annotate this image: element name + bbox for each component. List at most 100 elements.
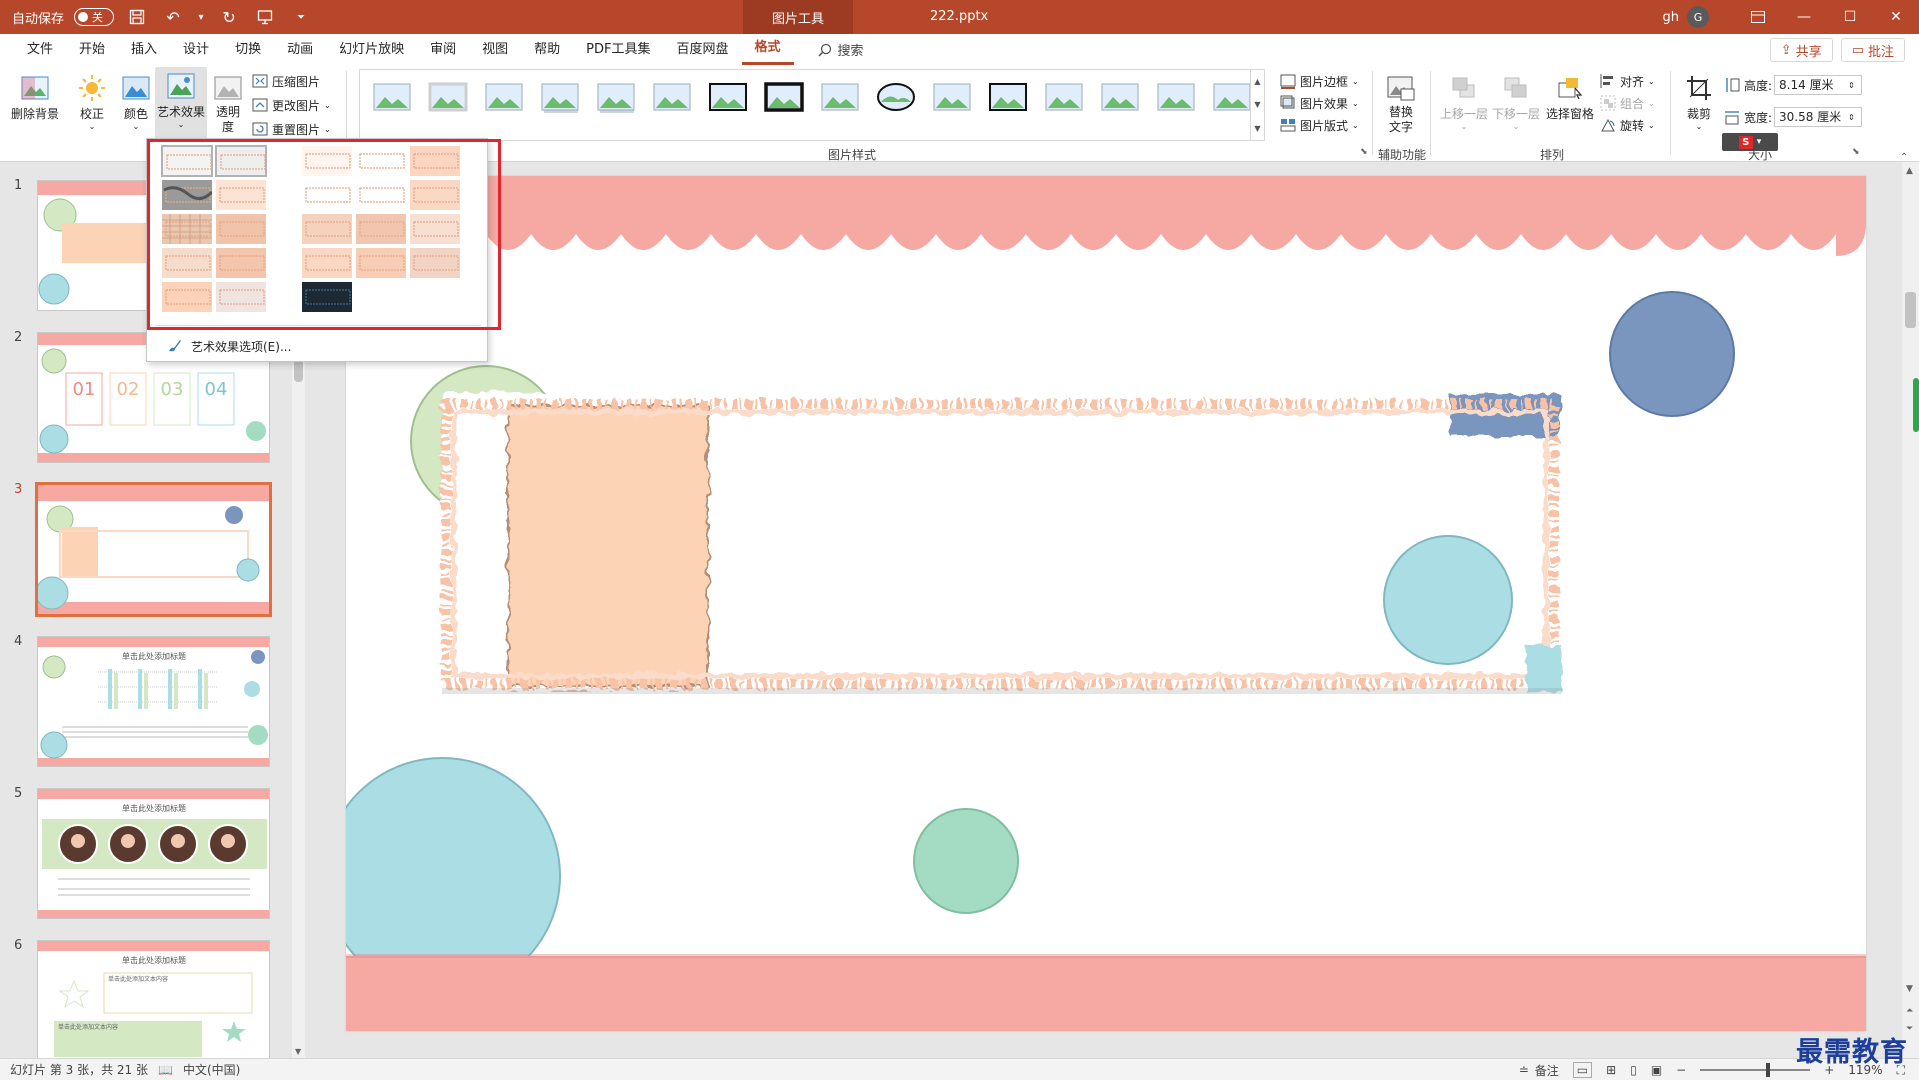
picture-style-option[interactable] <box>1044 82 1084 114</box>
artistic-effects-options-item[interactable]: 艺术效果选项(E)... <box>167 335 291 357</box>
artistic-effect-option[interactable] <box>161 247 213 279</box>
size-dialog-launcher-icon[interactable]: ⬊ <box>1852 147 1860 157</box>
remove-background-button[interactable]: 删除背景 <box>8 69 62 122</box>
picture-style-option[interactable] <box>652 82 692 114</box>
present-icon[interactable] <box>252 4 278 30</box>
artistic-effect-option[interactable] <box>409 213 461 245</box>
notes-button[interactable]: ≐ 备注 <box>1519 1062 1559 1079</box>
picture-layout-button[interactable]: 图片版式 ⌄ <box>1280 115 1359 135</box>
language-indicator[interactable]: 中文(中国) <box>183 1061 240 1078</box>
artistic-effects-button[interactable]: 艺术效果 ⌄ <box>155 67 207 139</box>
share-button[interactable]: ⇪ 共享 <box>1769 38 1833 62</box>
slide-thumbnail-5[interactable]: 单击此处添加标题 <box>37 788 270 919</box>
tab-baidu-netdisk[interactable]: 百度网盘 <box>663 34 741 65</box>
send-backward-button[interactable]: 下移一层 ⌄ <box>1490 69 1542 131</box>
tab-slideshow[interactable]: 幻灯片放映 <box>326 34 417 65</box>
undo-icon[interactable]: ↶ <box>160 4 186 30</box>
tab-review[interactable]: 审阅 <box>417 34 469 65</box>
scroll-up-icon[interactable]: ▲ <box>1906 166 1913 176</box>
artistic-effect-option[interactable] <box>409 145 461 177</box>
ribbon-display-icon[interactable] <box>1735 0 1781 34</box>
picture-style-option[interactable] <box>764 82 804 114</box>
slide-thumbnail-3[interactable] <box>35 482 272 617</box>
slideshow-icon[interactable]: ▣ <box>1651 1063 1662 1077</box>
artistic-effect-option[interactable] <box>215 179 267 211</box>
redo-icon[interactable]: ↻ <box>216 4 242 30</box>
picture-style-option[interactable] <box>596 82 636 114</box>
artistic-effect-option[interactable] <box>161 213 213 245</box>
artistic-effect-option[interactable] <box>161 145 213 177</box>
group-objects-button[interactable]: 组合 ⌄ <box>1600 93 1655 113</box>
close-icon[interactable]: ✕ <box>1873 0 1919 34</box>
picture-style-option[interactable] <box>708 82 748 114</box>
styles-dialog-launcher-icon[interactable]: ⬊ <box>1360 147 1368 157</box>
reading-view-icon[interactable]: ▯ <box>1630 1063 1637 1077</box>
artistic-picture[interactable] <box>441 392 1562 694</box>
current-slide[interactable] <box>346 176 1866 1031</box>
corrections-button[interactable]: 校正 ⌄ <box>74 69 110 131</box>
color-button[interactable]: 颜色 ⌄ <box>118 69 154 131</box>
artistic-effect-option[interactable] <box>215 213 267 245</box>
artistic-effect-option[interactable] <box>355 247 407 279</box>
picture-style-option[interactable] <box>932 82 972 114</box>
artistic-effect-option[interactable] <box>301 179 353 211</box>
width-spinner-icon[interactable]: ⇕ <box>1848 107 1855 127</box>
artistic-effect-option[interactable] <box>161 179 213 211</box>
undo-dropdown-icon[interactable]: ▾ <box>196 4 206 30</box>
minimize-icon[interactable]: — <box>1781 0 1827 34</box>
avatar[interactable]: G <box>1687 6 1709 28</box>
zoom-slider-knob[interactable] <box>1766 1063 1771 1077</box>
artistic-effect-option[interactable] <box>215 281 267 313</box>
bring-forward-button[interactable]: 上移一层 ⌄ <box>1438 69 1490 131</box>
rotate-button[interactable]: 旋转 ⌄ <box>1600 115 1655 135</box>
tab-format[interactable]: 格式 <box>741 34 794 65</box>
artistic-effect-option[interactable] <box>215 247 267 279</box>
gallery-more-icon[interactable]: ▼ <box>1254 124 1260 133</box>
artistic-effect-option[interactable] <box>301 145 353 177</box>
tab-transitions[interactable]: 切换 <box>222 34 274 65</box>
align-button[interactable]: 对齐 ⌄ <box>1600 71 1655 91</box>
search-box[interactable]: 搜索 <box>817 40 864 59</box>
height-spinner-icon[interactable]: ⇕ <box>1848 75 1855 95</box>
reset-picture-button[interactable]: 重置图片 ⌄ <box>252 119 331 139</box>
tab-help[interactable]: 帮助 <box>521 34 573 65</box>
artistic-effect-option[interactable] <box>409 247 461 279</box>
gallery-up-icon[interactable]: ▲ <box>1254 77 1260 86</box>
comments-button[interactable]: ▭ 批注 <box>1840 38 1905 62</box>
tab-file[interactable]: 文件 <box>14 34 66 65</box>
picture-style-option[interactable] <box>1156 82 1196 114</box>
customize-qa-icon[interactable]: ⏷ <box>288 4 314 30</box>
slide-sorter-icon[interactable]: ⊞ <box>1606 1063 1616 1077</box>
tab-view[interactable]: 视图 <box>469 34 521 65</box>
picture-style-option[interactable] <box>372 82 412 114</box>
artistic-effect-option[interactable] <box>355 213 407 245</box>
crop-button[interactable]: 裁剪 ⌄ <box>1676 69 1722 131</box>
compress-pictures-button[interactable]: 压缩图片 <box>252 71 320 91</box>
transparency-button[interactable]: 透明度 <box>212 69 244 135</box>
previous-slide-icon[interactable]: ⏶ <box>1906 1006 1913 1016</box>
artistic-effect-option[interactable] <box>301 213 353 245</box>
artistic-effect-option[interactable] <box>215 145 267 177</box>
save-icon[interactable] <box>124 4 150 30</box>
change-picture-button[interactable]: 更改图片 ⌄ <box>252 95 331 115</box>
alt-text-button[interactable]: 替换文字 <box>1382 69 1420 135</box>
artistic-effect-option[interactable] <box>301 247 353 279</box>
picture-border-button[interactable]: 图片边框 ⌄ <box>1280 71 1359 91</box>
scroll-down-icon[interactable]: ▼ <box>295 1047 301 1056</box>
picture-style-option[interactable] <box>484 82 524 114</box>
tab-insert[interactable]: 插入 <box>118 34 170 65</box>
tab-animations[interactable]: 动画 <box>274 34 326 65</box>
artistic-effect-option[interactable] <box>355 179 407 211</box>
artistic-effect-option[interactable] <box>409 179 461 211</box>
zoom-slider[interactable] <box>1700 1063 1811 1077</box>
picture-style-option[interactable] <box>1212 82 1252 114</box>
slide-thumbnail-4[interactable]: 单击此处添加标题 <box>37 636 270 767</box>
autosave-toggle[interactable]: 关 <box>74 8 115 26</box>
zoom-out-icon[interactable]: − <box>1676 1063 1686 1077</box>
picture-effects-button[interactable]: 图片效果 ⌄ <box>1280 93 1359 113</box>
picture-style-option[interactable] <box>876 82 916 114</box>
gallery-down-icon[interactable]: ▼ <box>1254 100 1260 109</box>
maximize-icon[interactable]: ☐ <box>1827 0 1873 34</box>
picture-style-option[interactable] <box>988 82 1028 114</box>
normal-view-icon[interactable]: ▭ <box>1572 1062 1593 1078</box>
